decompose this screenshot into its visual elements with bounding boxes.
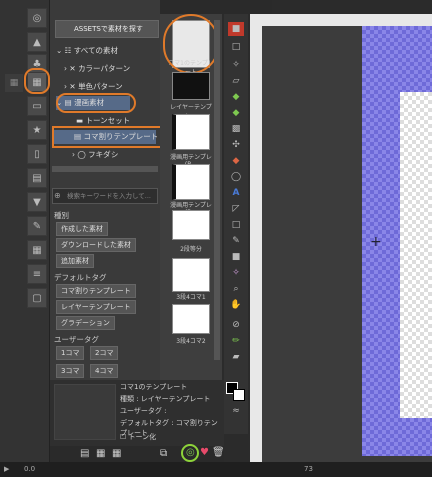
view-thumb-icon[interactable]: ▦ [96,448,105,459]
trash-icon[interactable]: 🗑 [212,447,225,458]
layer-icon[interactable]: ▲ [27,32,47,52]
canvas-paper[interactable] [400,92,432,418]
tag-frame-template[interactable]: コマ割りテンプレート [56,284,136,298]
folder-icon[interactable]: ▭ [27,96,47,116]
list-icon[interactable]: ≡ [27,264,47,284]
search-input[interactable]: 検索キーワードを入力して... [52,188,158,204]
pencil-icon[interactable]: ✏ [228,334,244,348]
tree-item-balloon[interactable]: › ◯ フキダシ [72,148,118,162]
tree-item-color[interactable]: › ✕ カラーパターン [64,62,130,76]
tag-layer-template[interactable]: レイヤーテンプレート [56,300,136,314]
user-tag-4koma[interactable]: 4コマ [90,364,119,378]
image-icon[interactable]: ▤ [27,168,47,188]
navigator-icon[interactable]: ◎ [27,8,47,28]
material-user-tag: ユーザータグ : [120,407,167,415]
assets-search-button[interactable]: ASSETSで素材を探す [55,20,159,38]
download-icon[interactable]: ▼ [27,192,47,212]
airbrush-icon[interactable]: ✧ [228,266,244,280]
eyedropper-icon[interactable]: ⊘ [228,318,244,332]
star-icon[interactable]: ★ [27,120,47,140]
gradient-icon[interactable]: ◆ [228,106,244,120]
search-icon: ⊕ [54,191,61,200]
kind-downloaded-button[interactable]: ダウンロードした素材 [56,238,136,252]
thumbnail-layer[interactable] [172,72,210,100]
paste-icon[interactable]: ⧉ [160,448,167,459]
sub-color-swatch[interactable] [233,389,245,401]
rectangle-select-icon[interactable]: □ [228,40,244,54]
wand-icon[interactable]: ✧ [228,58,244,72]
eraser-icon[interactable]: ▱ [228,74,244,88]
thumbnail-label: 2段等分 [180,246,202,253]
hand-icon[interactable]: ✋ [228,298,244,312]
stamp-icon[interactable]: ✣ [228,138,244,152]
fill-icon[interactable]: ◆ [228,90,244,104]
tone-toggle[interactable]: ☐ トーン化 [120,432,156,442]
heart-icon[interactable]: ♥ [200,447,209,458]
thumbnail-2dan[interactable] [172,210,210,240]
page-readout: 73 [304,465,313,473]
thumbnail-3dan4koma2[interactable] [172,304,210,334]
blend-icon[interactable]: ▰ [228,350,244,364]
tree-scrollbar[interactable] [52,166,158,172]
text-tool-icon[interactable]: A [228,186,244,200]
material-kind: 種類 : レイヤーテンプレート [120,395,211,403]
material-info-panel: コマ1のテンプレート 種類 : レイヤーテンプレート ユーザータグ : デフォル… [50,380,224,446]
zoom-readout: 0.0 [24,465,36,473]
transparent-icon[interactable]: ≈ [228,404,244,418]
highlight-favorite [181,444,199,462]
status-bar: ▶ 0.0 73 [0,462,432,477]
thumbnail-manga-b2[interactable] [172,164,210,200]
tree-item-mono[interactable]: › ✕ 単色パターン [64,80,123,94]
material-tab-icon[interactable]: ▦ [5,74,23,92]
page-icon[interactable]: ▯ [27,144,47,164]
highlight-thumbnail [163,14,219,74]
color-icon[interactable]: ■ [228,22,244,36]
pattern-icon[interactable]: ▩ [228,122,244,136]
tree-item-all[interactable]: ⌄ ☷ すべての素材 [56,44,118,58]
zoom-icon[interactable]: ⌕ [228,282,244,296]
user-tag-3koma[interactable]: 3コマ [56,364,85,378]
kind-created-button[interactable]: 作成した素材 [56,222,108,236]
ruler-vertical [250,26,262,462]
mixer-icon[interactable]: ■ [228,250,244,264]
highlight-manga [56,93,136,113]
user-tag-label: ユーザータグ [54,335,99,344]
kind-label: 種別 [54,211,69,220]
play-icon[interactable]: ▶ [4,462,9,477]
crosshair-icon: + [370,234,382,250]
user-tag-2koma[interactable]: 2コマ [90,346,119,360]
material-preview [54,384,116,440]
balloon-icon[interactable]: ◯ [228,170,244,184]
pen-icon[interactable]: ✎ [228,234,244,248]
thumbnail-manga-b1[interactable] [172,114,210,150]
kind-added-button[interactable]: 追加素材 [56,254,94,268]
text-icon[interactable]: ✎ [27,216,47,236]
thumbnail-3dan4koma1[interactable] [172,258,210,292]
paint-icon[interactable]: ◆ [228,154,244,168]
thumbnail-label: 3段4コマ1 [176,294,206,301]
frame-icon[interactable]: ◸ [228,202,244,216]
thumbnail-label: 3段4コマ2 [176,338,206,345]
thumbnail-scrollbar[interactable] [214,20,220,360]
square-icon[interactable]: □ [228,218,244,232]
default-tag-label: デフォルトタグ [54,273,107,282]
user-tag-1koma[interactable]: 1コマ [56,346,85,360]
highlight-frame-template [52,126,162,148]
tag-gradation[interactable]: グラデーション [56,316,115,330]
material-name: コマ1のテンプレート [120,383,188,391]
grid-icon[interactable]: ▦ [27,240,47,260]
highlight-material-tab [24,68,50,94]
box-icon[interactable]: ▢ [27,288,47,308]
view-list-icon[interactable]: ▤ [80,448,89,459]
ruler-horizontal [250,14,432,26]
view-large-icon[interactable]: ▦ [112,448,121,459]
